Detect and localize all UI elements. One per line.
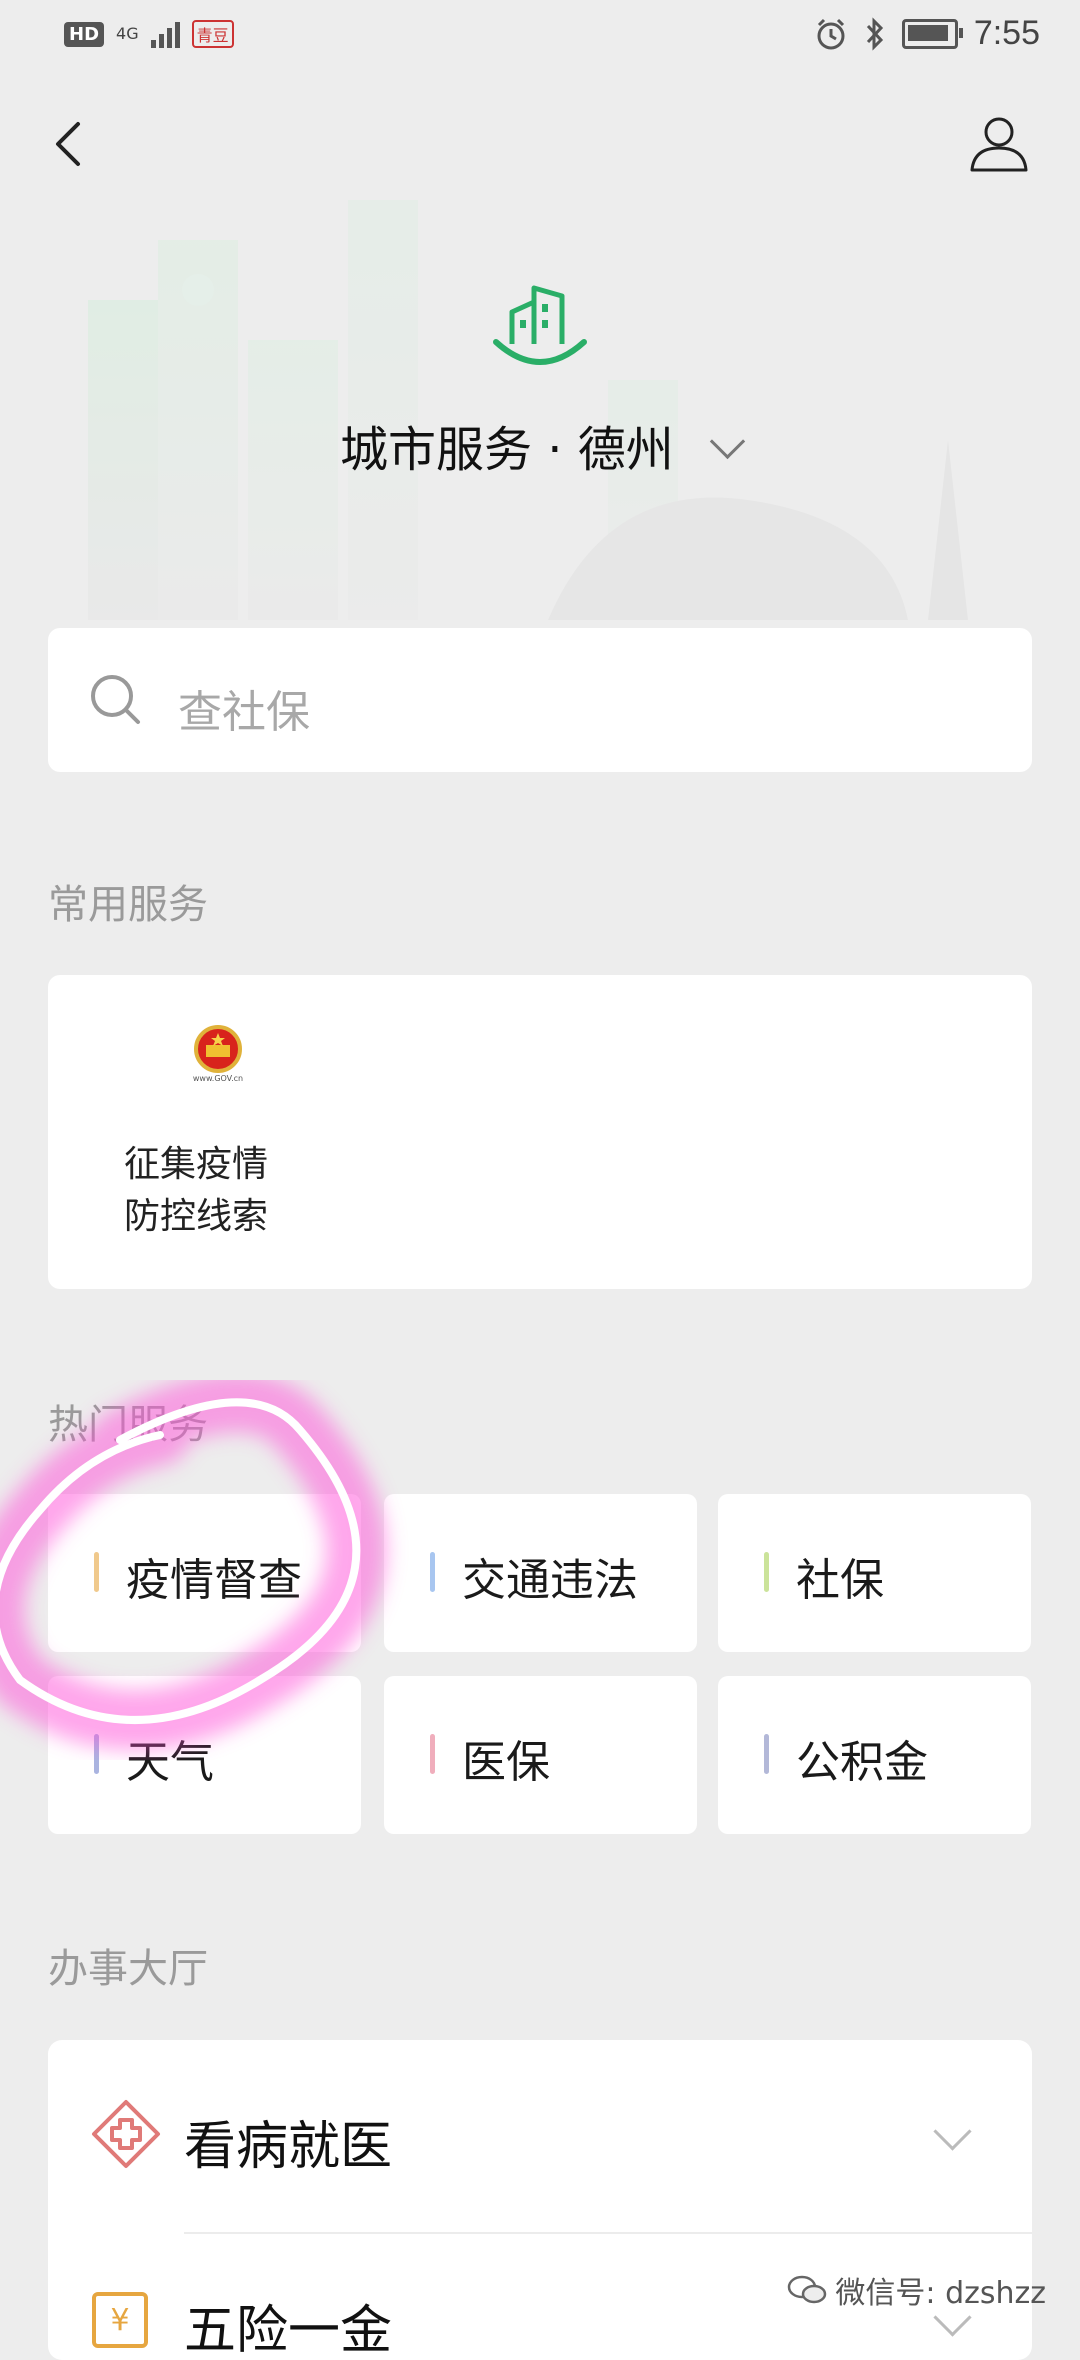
status-bar: HD 4G 青豆 7:55: [0, 0, 1080, 72]
wechat-watermark: 微信号: dzshzz: [787, 2268, 1046, 2312]
common-service-label: 征集疫情 防控线索: [124, 1144, 269, 1237]
section-title-hot: 热门服务: [48, 1402, 208, 1448]
hot-service-social-security[interactable]: 社保: [718, 1494, 1031, 1652]
office-hall-item-medical[interactable]: 看病就医: [48, 2040, 1032, 2232]
yen-icon: ¥: [92, 2292, 148, 2348]
svg-text:¥: ¥: [110, 2303, 129, 2338]
city-selector[interactable]: 城市服务 · 德州: [0, 410, 1080, 480]
accent-bar: [430, 1734, 435, 1774]
search-placeholder: 查社保: [178, 687, 310, 738]
carrier-badge: 青豆: [191, 20, 234, 48]
national-emblem-icon: www.GOV.cn: [193, 1025, 243, 1083]
accent-bar: [94, 1552, 99, 1592]
battery-icon: [901, 18, 963, 49]
hot-service-housing-fund[interactable]: 公积金: [718, 1676, 1031, 1834]
section-title-office-hall: 办事大厅: [48, 1946, 208, 1992]
chevron-down-icon: [933, 2112, 972, 2151]
common-services-card: www.GOV.cn 征集疫情 防控线索: [48, 975, 1032, 1289]
status-left: HD 4G 青豆: [64, 20, 234, 48]
accent-bar: [764, 1734, 769, 1774]
network-type: 4G: [116, 24, 139, 43]
status-right: 7:55: [814, 14, 1040, 53]
hot-service-label: 疫情督查: [126, 1555, 302, 1606]
office-hall-label: 五险一金: [184, 2301, 393, 2360]
common-service-item[interactable]: www.GOV.cn 征集疫情 防控线索: [88, 1005, 328, 1265]
medical-cross-icon: [92, 2100, 160, 2168]
watermark-text: 微信号: dzshzz: [835, 2276, 1046, 2311]
hot-service-medical-insurance[interactable]: 医保: [384, 1676, 697, 1834]
bluetooth-icon: [866, 16, 883, 51]
hot-service-label: 公积金: [796, 1737, 928, 1788]
hot-service-weather[interactable]: 天气: [48, 1676, 361, 1834]
signal-icon: [150, 20, 180, 48]
profile-button[interactable]: [966, 110, 1032, 176]
wechat-icon: [788, 2275, 827, 2304]
accent-bar: [430, 1552, 435, 1592]
alarm-icon: [817, 18, 845, 49]
page-title: 城市服务 · 德州: [339, 422, 674, 478]
office-hall-label: 看病就医: [184, 2117, 393, 2177]
section-title-common: 常用服务: [48, 882, 208, 928]
hot-service-label: 社保: [796, 1555, 884, 1606]
hot-service-label: 天气: [126, 1737, 214, 1788]
accent-bar: [764, 1552, 769, 1592]
hot-service-epidemic-inspection[interactable]: 疫情督查: [48, 1494, 361, 1652]
hd-indicator: HD: [64, 21, 105, 47]
svg-text:www.GOV.cn: www.GOV.cn: [193, 1074, 243, 1083]
hot-service-label: 交通违法: [462, 1555, 638, 1606]
city-services-logo: [493, 285, 587, 365]
back-button[interactable]: [48, 112, 92, 176]
chevron-down-icon: [709, 423, 746, 460]
accent-bar: [94, 1734, 99, 1774]
office-hall-card: 看病就医 ¥ 五险一金: [48, 2040, 1032, 2360]
hot-service-label: 医保: [462, 1737, 550, 1788]
search-input[interactable]: 查社保: [48, 628, 1032, 772]
search-icon: [91, 675, 140, 724]
city-skyline-illustration: [88, 200, 968, 620]
back-arrow-icon: [56, 122, 80, 166]
status-time: 7:55: [973, 14, 1040, 52]
hot-service-traffic-violation[interactable]: 交通违法: [384, 1494, 697, 1652]
user-icon: [970, 117, 1028, 172]
